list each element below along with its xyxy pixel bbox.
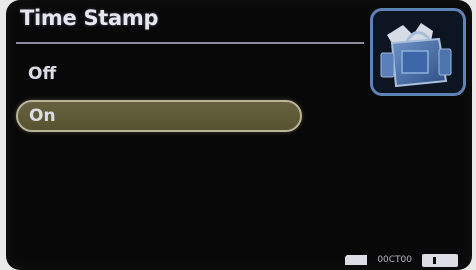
camera-bag-icon xyxy=(370,8,466,96)
option-on[interactable]: On xyxy=(16,100,302,132)
memory-card-icon xyxy=(345,255,368,265)
shots-remaining: 00CT00 xyxy=(377,255,412,265)
battery-icon xyxy=(422,253,458,267)
camera-lcd-screen: Time Stamp Off On 00CT00 xyxy=(6,0,472,270)
title-divider xyxy=(16,42,364,44)
option-off[interactable]: Off xyxy=(28,64,56,84)
menu-title: Time Stamp xyxy=(20,6,159,30)
status-bar: 00CT00 xyxy=(345,252,458,268)
camera-bag-icon-graphic xyxy=(380,23,452,88)
